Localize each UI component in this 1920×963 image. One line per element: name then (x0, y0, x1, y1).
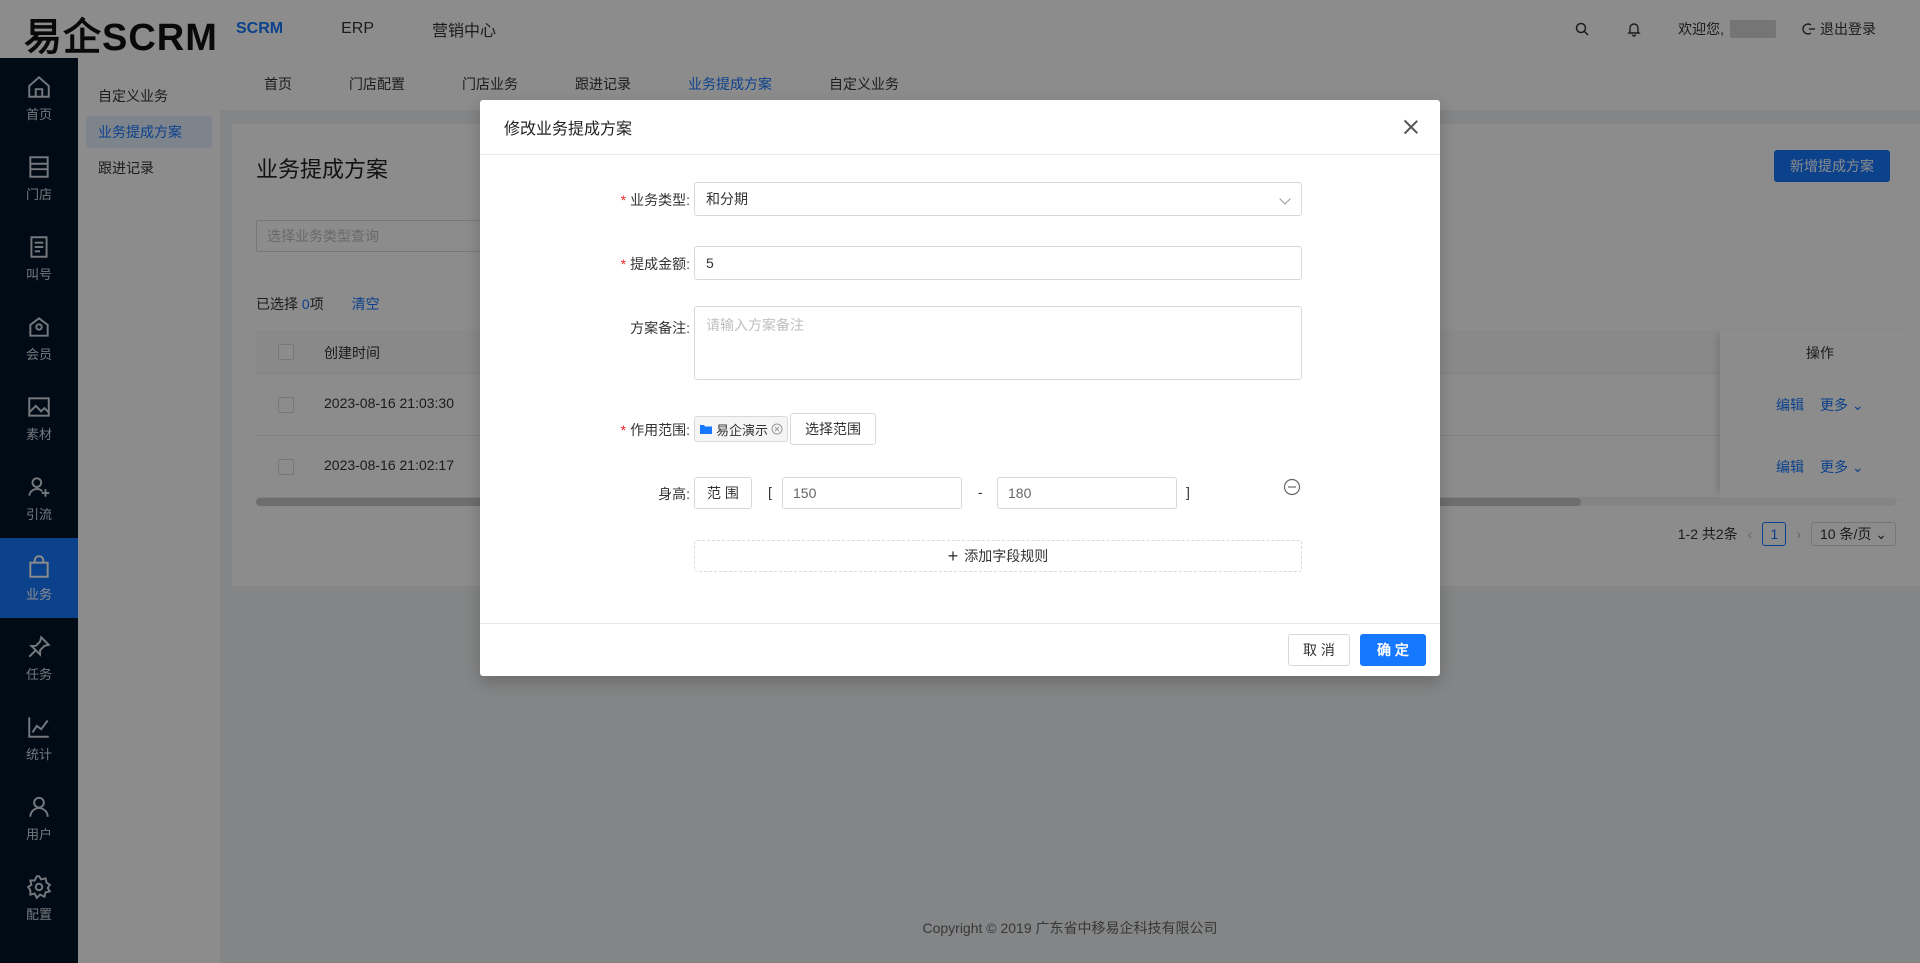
form-row-height: 身高: 范 围 [ 150 - 180 ] (480, 476, 1440, 510)
form-row-scope: * 作用范围: 易企演示 选择范围 (480, 412, 1440, 446)
scope-tag: 易企演示 (694, 416, 789, 442)
amount-label-text: 提成金额: (630, 256, 690, 272)
required-mark: * (620, 256, 627, 272)
close-icon[interactable] (1402, 118, 1420, 136)
form-row-amount: * 提成金额: 5 (480, 246, 1440, 280)
height-label: 身高: (658, 486, 690, 502)
type-label: * 业务类型: (621, 190, 690, 210)
scope-label: * 作用范围: (621, 420, 690, 440)
business-type-select[interactable]: 和分期 (694, 182, 1302, 216)
select-scope-button[interactable]: 选择范围 (790, 413, 876, 445)
folder-icon (700, 425, 712, 434)
remove-rule-icon[interactable] (1283, 478, 1301, 496)
chevron-down-icon (1279, 193, 1291, 205)
close-circle-icon[interactable] (771, 423, 783, 435)
required-mark: * (620, 192, 627, 208)
edit-plan-modal: 修改业务提成方案 * 业务类型: 和分期 * 提成金额: 5 方案备注: 请输入方案… (480, 100, 1440, 676)
confirm-button[interactable]: 确 定 (1360, 634, 1426, 666)
range-dash: - (978, 484, 983, 500)
add-field-rule-button[interactable]: + 添加字段规则 (694, 540, 1302, 572)
commission-amount-input[interactable]: 5 (694, 246, 1302, 280)
type-label-text: 业务类型: (630, 192, 690, 208)
range-min-input[interactable]: 150 (782, 477, 962, 509)
add-rule-label: 添加字段规则 (964, 548, 1049, 564)
remark-textarea[interactable]: 请输入方案备注 (694, 306, 1302, 380)
required-mark: * (620, 422, 627, 438)
range-open-bracket: [ (768, 484, 772, 500)
range-mode-button[interactable]: 范 围 (694, 477, 752, 509)
form-row-remark: 方案备注: 请输入方案备注 (480, 306, 1440, 380)
range-max-input[interactable]: 180 (997, 477, 1177, 509)
modal-footer: 取 消 确 定 (480, 623, 1440, 676)
business-type-value: 和分期 (706, 191, 748, 207)
scope-tag-label: 易企演示 (716, 422, 769, 438)
amount-label: * 提成金额: (621, 254, 690, 274)
range-close-bracket: ] (1186, 484, 1190, 500)
form-row-type: * 业务类型: 和分期 (480, 182, 1440, 216)
plus-icon: + (947, 546, 959, 566)
modal-title: 修改业务提成方案 (504, 121, 633, 138)
remark-label: 方案备注: (630, 320, 690, 336)
scope-label-text: 作用范围: (630, 422, 690, 438)
cancel-button[interactable]: 取 消 (1288, 634, 1350, 666)
modal-header: 修改业务提成方案 (480, 100, 1440, 155)
